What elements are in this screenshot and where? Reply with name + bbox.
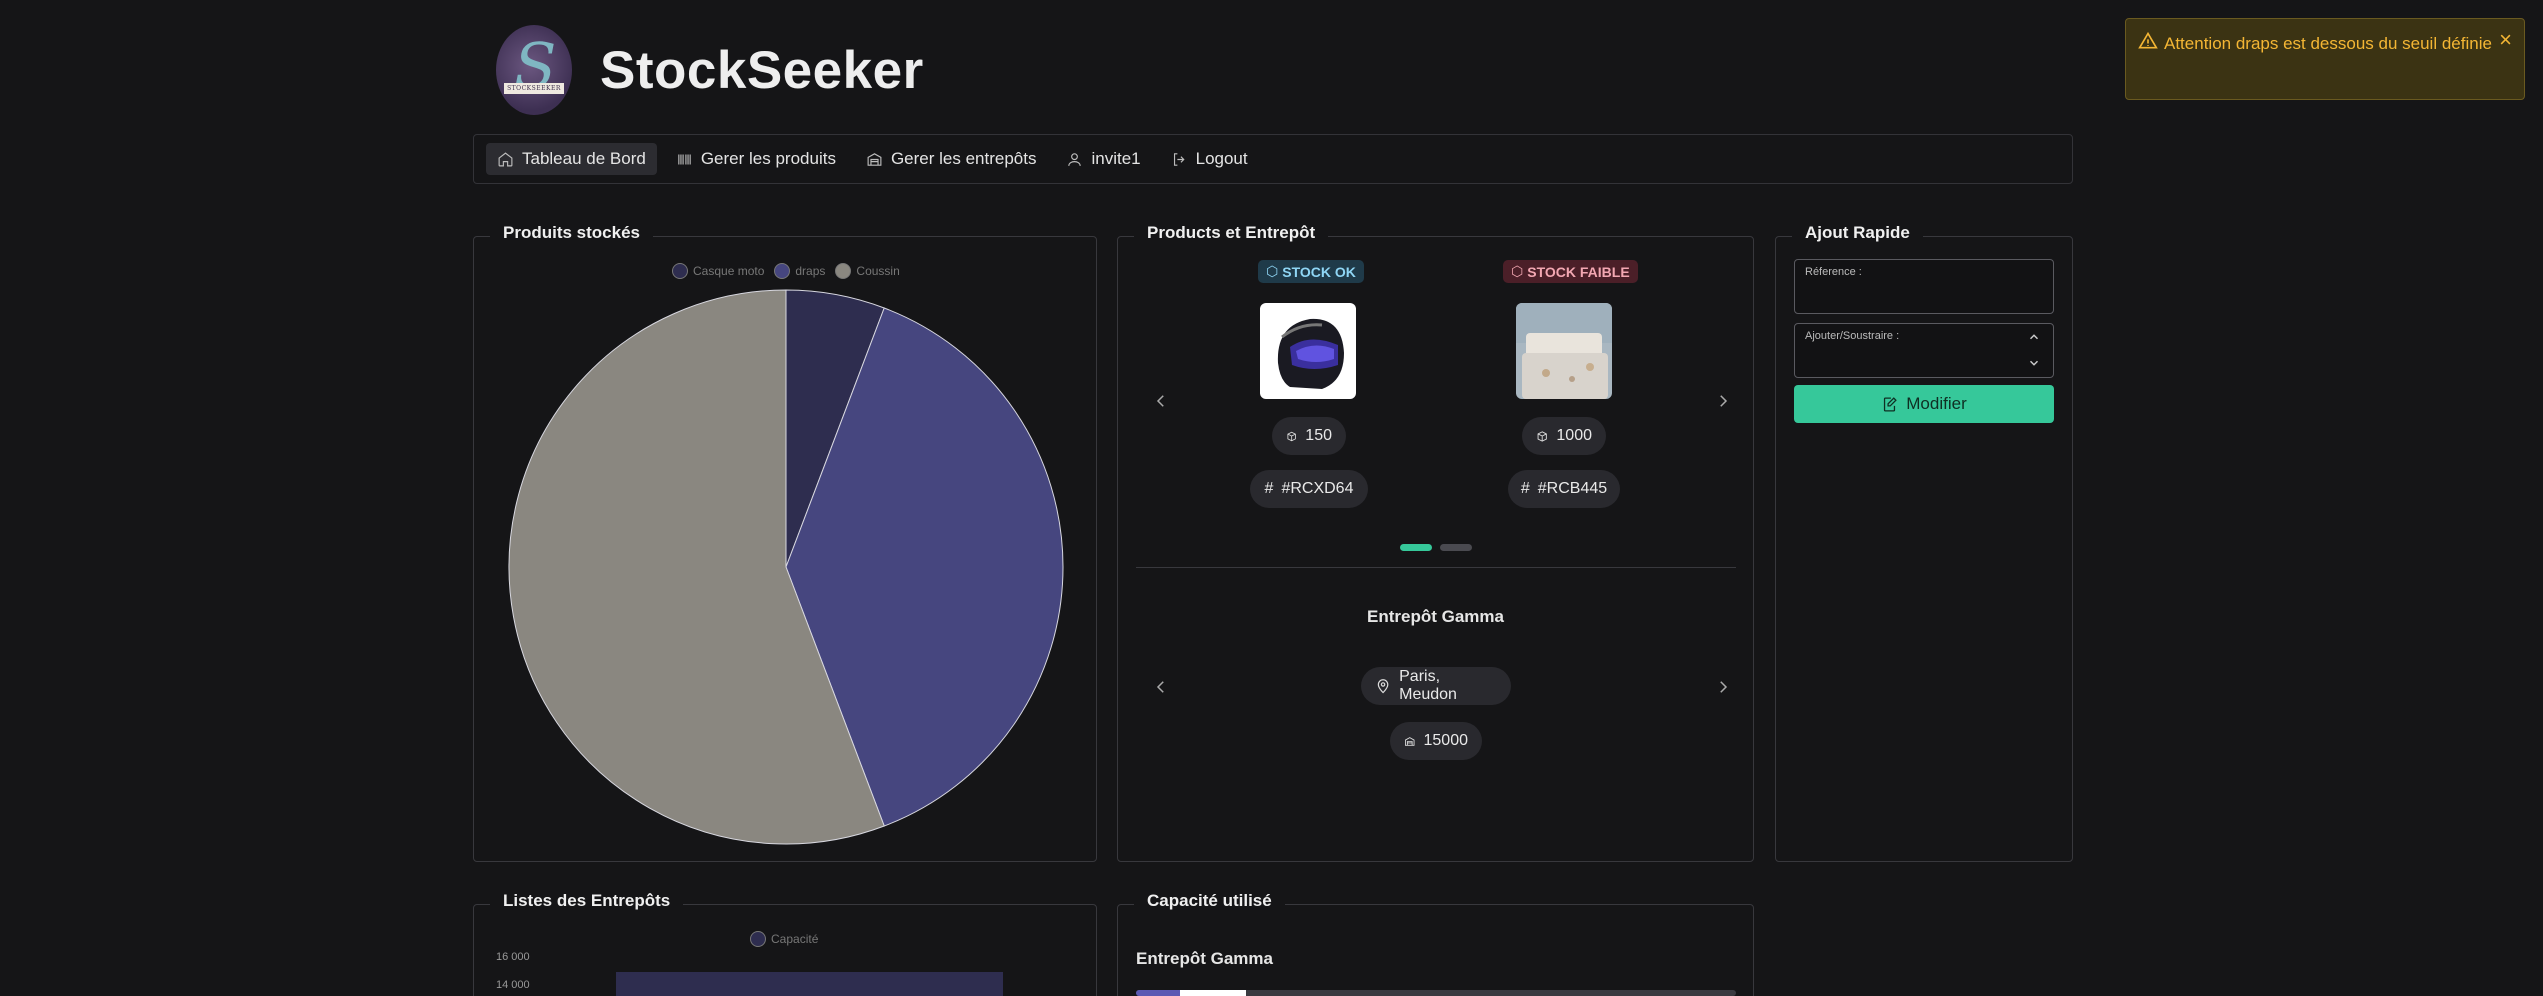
warning-icon: [2138, 31, 2158, 49]
alert-message: Attention draps est dessous du seuil déf…: [2164, 34, 2492, 53]
hash-icon: #: [1520, 480, 1530, 497]
main-nav: Tableau de Bord Gerer les produits Gerer…: [473, 134, 2073, 184]
box-icon: [1287, 431, 1296, 441]
capacity-used-panel: Capacité utilisé Entrepôt Gamma: [1117, 891, 1754, 996]
panel-title: Ajout Rapide: [1792, 223, 1923, 243]
capacity-progress-fill: [1136, 990, 1246, 996]
reference-field[interactable]: Réference :: [1794, 259, 2054, 314]
chevron-left-icon: [1156, 395, 1164, 407]
product-image-sheets: [1516, 303, 1612, 399]
map-pin-icon: [1377, 678, 1389, 693]
warehouse-icon: [1405, 736, 1415, 746]
field-label: Ajouter/Soustraire :: [1805, 330, 1900, 342]
next-warehouse-button[interactable]: [1714, 678, 1732, 696]
stock-status-badge: ⬡ STOCK FAIBLE: [1503, 260, 1638, 283]
adjust-stepper[interactable]: Ajouter/Soustraire :: [1794, 323, 2054, 378]
y-tick-label: 16 000: [496, 951, 530, 963]
chevron-up-icon[interactable]: [2027, 330, 2041, 344]
y-tick-label: 14 000: [496, 979, 530, 991]
home-icon: [498, 151, 513, 166]
chevron-right-icon: [1720, 395, 1728, 407]
carousel-dot[interactable]: [1440, 544, 1472, 551]
nav-item-user[interactable]: invite1: [1055, 143, 1151, 175]
user-icon: [1068, 152, 1082, 166]
nav-item-logout[interactable]: Logout: [1160, 143, 1259, 175]
pie-chart: [508, 289, 1064, 845]
nav-item-products[interactable]: Gerer les produits: [665, 143, 847, 175]
product-quantity: 1000: [1522, 417, 1606, 455]
nav-item-label: Gerer les entrepôts: [890, 149, 1037, 168]
chart-legend: Capacité: [750, 931, 818, 947]
box-icon: ⬡: [1511, 263, 1524, 279]
logo-text: STOCKSEEKER: [504, 83, 564, 94]
carousel-dot-active[interactable]: [1400, 544, 1432, 551]
divider: [1136, 567, 1736, 568]
legend-swatch: [750, 931, 766, 947]
box-icon: [1537, 430, 1547, 442]
reference-input[interactable]: [1805, 284, 2025, 304]
product-image-helmet: [1260, 303, 1356, 399]
modify-button[interactable]: Modifier: [1794, 385, 2054, 423]
hash-icon: #: [1264, 480, 1274, 497]
products-warehouse-panel: Products et Entrepôt ⬡ STOCK OK 150 # #RC…: [1117, 223, 1754, 862]
warehouse-name: Entrepôt Gamma: [1367, 607, 1504, 626]
nav-item-dashboard[interactable]: Tableau de Bord: [486, 143, 657, 175]
capacity-bar: [616, 972, 1003, 996]
nav-item-label: Tableau de Bord: [522, 149, 646, 168]
app-logo: S STOCKSEEKER: [496, 25, 572, 115]
quick-add-panel: Ajout Rapide Réference : Ajouter/Soustra…: [1775, 223, 2073, 862]
app-title: StockSeeker: [600, 40, 924, 100]
close-icon[interactable]: ×: [2499, 29, 2512, 51]
product-reference: # #RCB445: [1508, 470, 1620, 508]
capacity-progress: [1136, 990, 1736, 996]
adjust-input[interactable]: [1805, 348, 2025, 368]
chevron-right-icon: [1720, 681, 1728, 693]
capacity-warehouse-name: Entrepôt Gamma: [1136, 949, 1273, 968]
next-product-button[interactable]: [1714, 392, 1732, 410]
nav-item-label: Gerer les produits: [700, 149, 836, 168]
product-reference: # #RCXD64: [1250, 470, 1368, 508]
barcode-icon: [678, 154, 691, 164]
logout-icon: [1173, 152, 1185, 166]
nav-item-label: invite1: [1091, 149, 1141, 168]
alert-toast: Attention draps est dessous du seuil déf…: [2125, 18, 2525, 100]
nav-item-label: Logout: [1195, 149, 1248, 168]
chevron-left-icon: [1156, 681, 1164, 693]
edit-icon: [1884, 396, 1898, 412]
warehouse-capacity: 15000: [1390, 722, 1482, 760]
prev-product-button[interactable]: [1152, 392, 1170, 410]
warehouses-list-panel: Listes des Entrepôts Capacité 16 000 14 …: [473, 891, 1097, 996]
stocked-products-panel: Produits stockés Casque moto draps Couss…: [473, 223, 1097, 862]
app-header: S STOCKSEEKER StockSeeker: [496, 20, 924, 120]
box-icon: ⬡: [1266, 263, 1279, 279]
legend-item[interactable]: Capacité: [750, 931, 818, 947]
prev-warehouse-button[interactable]: [1152, 678, 1170, 696]
product-quantity: 150: [1272, 417, 1346, 455]
warehouse-icon: [867, 152, 882, 166]
chevron-down-icon[interactable]: [2027, 356, 2041, 370]
nav-item-warehouses[interactable]: Gerer les entrepôts: [855, 143, 1048, 175]
warehouse-location: Paris, Meudon: [1361, 667, 1511, 705]
field-label: Réference :: [1805, 266, 1862, 278]
panel-title: Products et Entrepôt: [1134, 223, 1329, 243]
stock-status-badge: ⬡ STOCK OK: [1258, 260, 1364, 283]
panel-title: Capacité utilisé: [1134, 891, 1285, 911]
panel-title: Listes des Entrepôts: [490, 891, 684, 911]
